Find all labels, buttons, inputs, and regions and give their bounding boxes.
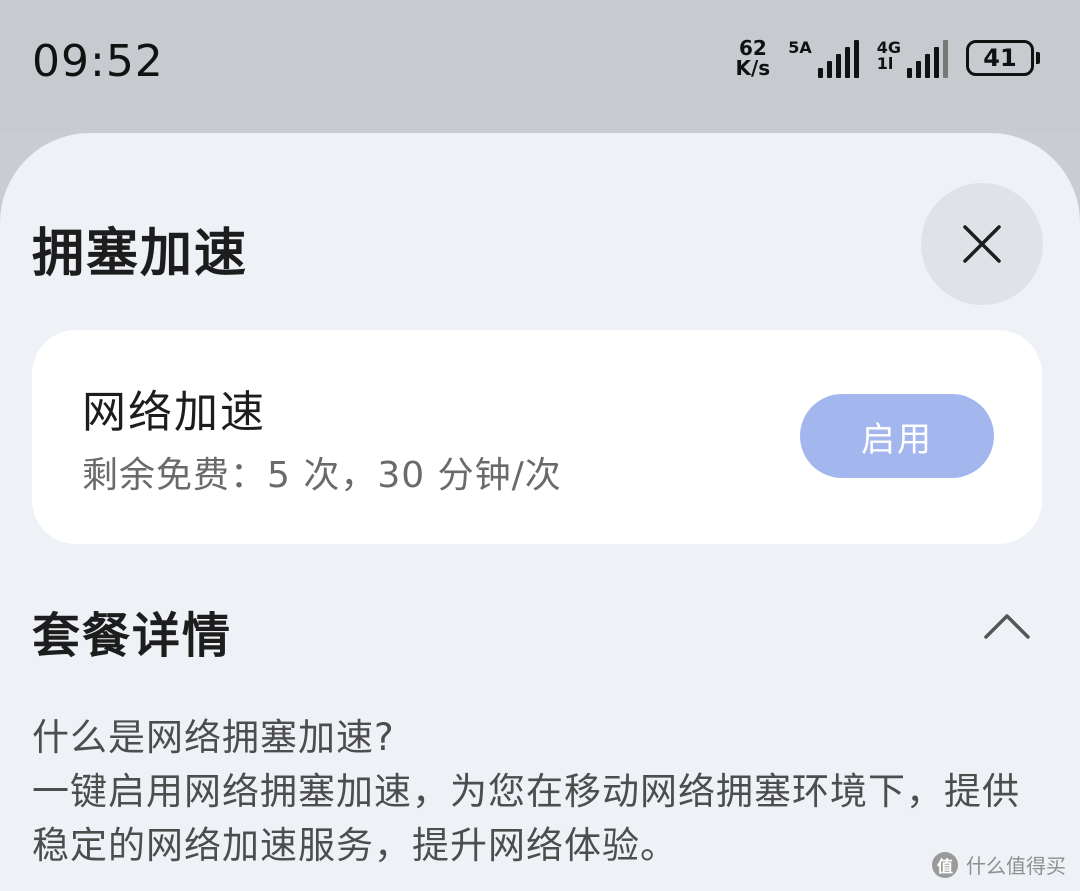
- status-bar: 09:52 62 K/s 5A 4G 1l 41: [0, 0, 1080, 130]
- close-button[interactable]: [921, 183, 1043, 305]
- status-time: 09:52: [32, 36, 164, 87]
- network-speed-value: 62: [738, 36, 767, 60]
- sim2-signal-icon: 4G 1l: [877, 38, 948, 78]
- package-details-title: 套餐详情: [32, 608, 233, 664]
- status-indicators: 62 K/s 5A 4G 1l 41: [736, 38, 1040, 78]
- bottom-sheet: 拥塞加速 网络加速 剩余免费：5 次，30 分钟/次 启用 套餐详情 什么是网络…: [0, 133, 1080, 891]
- watermark-text: 什么值得买: [966, 854, 1066, 878]
- sim1-tag: 5A: [788, 38, 812, 57]
- sim1-signal-icon: 5A: [788, 38, 859, 78]
- faq-question: 什么是网络拥塞加速?: [32, 716, 395, 759]
- network-speed-unit: K/s: [735, 56, 771, 80]
- watermark: 值 什么值得买: [932, 850, 1066, 879]
- network-boost-card: 网络加速 剩余免费：5 次，30 分钟/次 启用: [32, 330, 1042, 544]
- chevron-up-icon[interactable]: [982, 611, 1032, 641]
- sim2-tag-bottom: 1l: [876, 54, 894, 73]
- sheet-title: 拥塞加速: [32, 224, 249, 284]
- faq-block: 什么是网络拥塞加速? 一键启用网络拥塞加速，为您在移动网络拥塞环境下，提供稳定的…: [32, 711, 1032, 873]
- close-icon: [963, 225, 1001, 263]
- enable-button[interactable]: 启用: [800, 394, 994, 478]
- free-quota-text: 剩余免费：5 次，30 分钟/次: [82, 455, 562, 496]
- network-speed: 62 K/s: [736, 38, 771, 78]
- battery-level: 41: [966, 40, 1034, 76]
- faq-answer: 一键启用网络拥塞加速，为您在移动网络拥塞环境下，提供稳定的网络加速服务，提升网络…: [32, 770, 1020, 867]
- card-title: 网络加速: [82, 387, 266, 438]
- battery-icon: 41: [966, 40, 1040, 76]
- watermark-logo-icon: 值: [932, 851, 958, 878]
